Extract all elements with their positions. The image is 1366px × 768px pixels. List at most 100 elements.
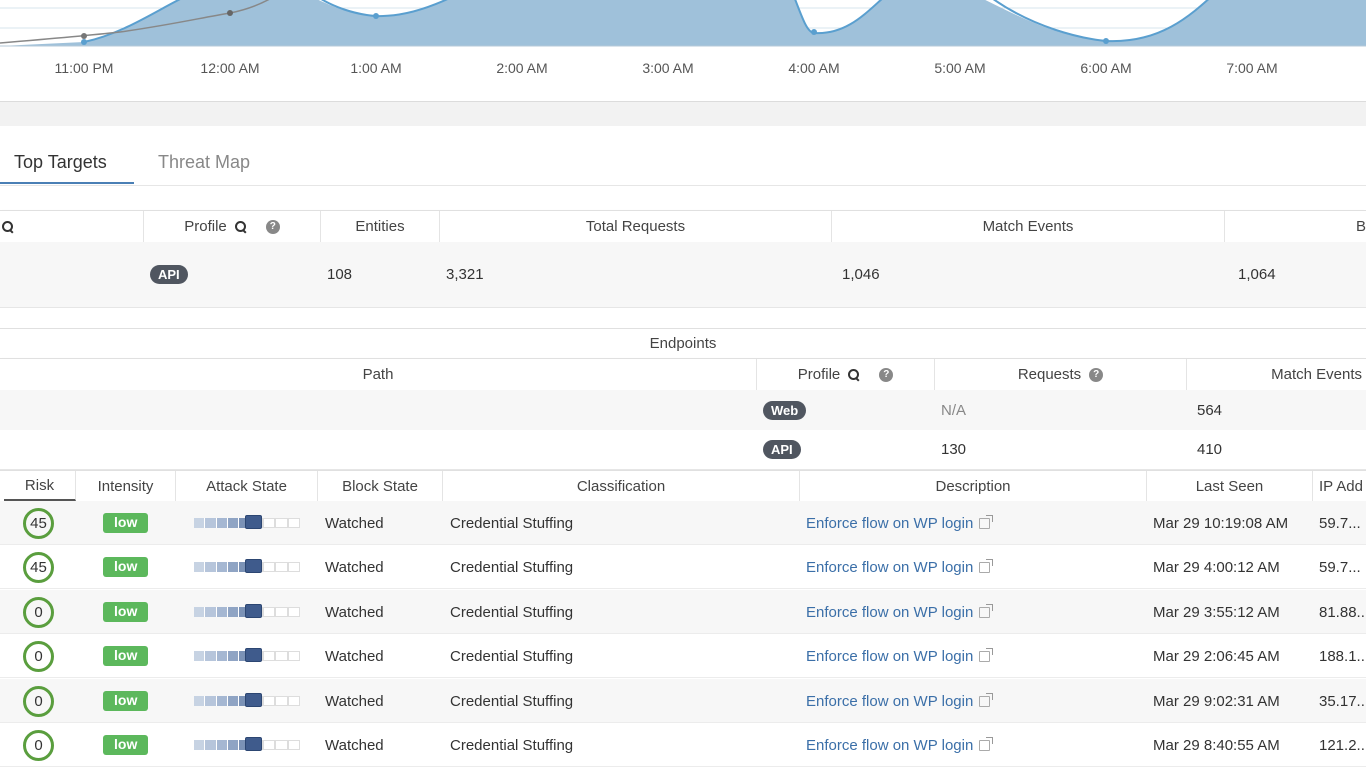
- help-icon[interactable]: ?: [265, 219, 280, 234]
- external-link-icon[interactable]: [979, 514, 994, 529]
- profile-header-label: Profile: [184, 218, 227, 235]
- match-events-column-header[interactable]: Match Events: [832, 211, 1225, 242]
- slider-handle[interactable]: [245, 693, 262, 707]
- external-link-icon[interactable]: [979, 647, 994, 662]
- slider-handle[interactable]: [245, 648, 262, 662]
- intensity-badge: low: [103, 646, 149, 666]
- risk-score-ring: 0: [23, 685, 54, 717]
- description-link[interactable]: Enforce flow on WP login: [806, 737, 973, 754]
- risk-cell: 0: [23, 590, 54, 634]
- last-seen-column-header[interactable]: Last Seen: [1147, 471, 1313, 501]
- attack-state-slider[interactable]: [194, 604, 300, 618]
- classification-cell: Credential Stuffing: [450, 647, 574, 665]
- attack-state-slider[interactable]: [194, 515, 300, 529]
- tab-top-targets[interactable]: Top Targets: [14, 152, 107, 173]
- table-row[interactable]: Web N/A 564: [0, 390, 1366, 430]
- attack-state-cell: [194, 590, 300, 634]
- last-seen-cell: Mar 29 4:00:12 AM: [1153, 558, 1280, 576]
- slider-segment: [275, 740, 288, 750]
- risk-column-header[interactable]: Risk: [4, 471, 76, 501]
- table-row[interactable]: 45 low Watched Credential Stuffing Enforce f…: [0, 501, 1366, 545]
- slider-handle[interactable]: [245, 515, 262, 529]
- description-link[interactable]: Enforce flow on WP login: [806, 515, 973, 532]
- slider-handle[interactable]: [245, 604, 262, 618]
- chart-point[interactable]: [373, 13, 379, 19]
- slider-segment: [287, 651, 300, 661]
- slider-segment: [227, 607, 240, 617]
- risk-score-ring: 0: [23, 729, 54, 761]
- slider-segment: [287, 696, 300, 706]
- block-state-column-header[interactable]: Block State: [318, 471, 443, 501]
- external-link-icon[interactable]: [979, 692, 994, 707]
- external-link-icon[interactable]: [979, 558, 994, 573]
- slider-handle[interactable]: [245, 559, 262, 573]
- match-events-cell: 564: [1197, 401, 1223, 419]
- description-link[interactable]: Enforce flow on WP login: [806, 559, 973, 576]
- table-row[interactable]: 0 low Watched Credential Stuffing Enforce fl…: [0, 679, 1366, 723]
- blocked-column-header[interactable]: B: [1225, 211, 1366, 242]
- attack-state-slider[interactable]: [194, 737, 300, 751]
- search-icon[interactable]: [2, 221, 13, 232]
- help-icon[interactable]: ?: [1089, 367, 1104, 382]
- slider-segment: [216, 651, 228, 661]
- total-requests-column-header[interactable]: Total Requests: [440, 211, 832, 242]
- description-link[interactable]: Enforce flow on WP login: [806, 648, 973, 665]
- intensity-cell: low: [103, 723, 149, 767]
- description-link[interactable]: Enforce flow on WP login: [806, 604, 973, 621]
- chart-point[interactable]: [81, 39, 87, 45]
- intensity-cell: low: [103, 545, 149, 589]
- slider-segment: [275, 607, 288, 617]
- classification-column-header[interactable]: Classification: [443, 471, 800, 501]
- slider-segment: [262, 518, 276, 528]
- active-tab-indicator: [0, 182, 134, 184]
- entities-column-header[interactable]: Entities: [321, 211, 440, 242]
- table-row[interactable]: API 130 410: [0, 430, 1366, 470]
- slider-segment: [205, 607, 217, 617]
- external-link-icon[interactable]: [979, 736, 994, 751]
- profile-column-header[interactable]: Profile ?: [144, 211, 321, 242]
- attack-state-column-header[interactable]: Attack State: [176, 471, 318, 501]
- description-column-header[interactable]: Description: [800, 471, 1147, 501]
- attack-state-slider[interactable]: [194, 559, 300, 573]
- ip-address-column-header[interactable]: IP Add: [1313, 471, 1366, 501]
- search-icon[interactable]: [234, 221, 246, 232]
- x-tick-label: 6:00 AM: [1080, 60, 1132, 76]
- chart-point[interactable]: [227, 10, 233, 16]
- table-row[interactable]: 0 low Watched Credential Stuffing Enforce fl…: [0, 634, 1366, 678]
- tab-threat-map[interactable]: Threat Map: [158, 152, 250, 173]
- path-column-header[interactable]: Path: [0, 359, 757, 390]
- ip-address-cell: 59.7...: [1319, 514, 1361, 532]
- match-events-cell: 410: [1197, 441, 1223, 458]
- endpoint-profile-column-header[interactable]: Profile ?: [757, 359, 935, 390]
- chart-point[interactable]: [81, 33, 87, 39]
- description-cell: Enforce flow on WP login: [806, 545, 994, 589]
- chart-point[interactable]: [811, 29, 817, 35]
- classification-cell: Credential Stuffing: [450, 692, 574, 710]
- slider-segment: [216, 562, 228, 572]
- risk-cell: 0: [23, 634, 54, 678]
- target-search-column[interactable]: [0, 211, 144, 242]
- external-link-icon[interactable]: [979, 603, 994, 618]
- description-cell: Enforce flow on WP login: [806, 590, 994, 634]
- help-icon[interactable]: ?: [879, 367, 894, 382]
- attack-state-slider[interactable]: [194, 648, 300, 662]
- intensity-badge: low: [103, 735, 149, 755]
- attack-state-slider[interactable]: [194, 693, 300, 707]
- block-state-cell: Watched: [325, 647, 384, 665]
- slider-handle[interactable]: [245, 737, 262, 751]
- chart-point[interactable]: [1103, 38, 1109, 44]
- description-link[interactable]: Enforce flow on WP login: [806, 693, 973, 710]
- table-row[interactable]: 45 low Watched Credential Stuffing Enforce f…: [0, 545, 1366, 589]
- classification-cell: Credential Stuffing: [450, 736, 574, 754]
- search-icon[interactable]: [848, 369, 860, 380]
- total-requests-cell: 3,321: [446, 266, 484, 283]
- slider-segment: [205, 562, 217, 572]
- table-row[interactable]: 0 low Watched Credential Stuffing Enforce fl…: [0, 723, 1366, 767]
- intensity-column-header[interactable]: Intensity: [76, 471, 176, 501]
- risk-cell: 0: [23, 679, 54, 723]
- endpoint-match-events-column-header[interactable]: Match Events: [1187, 359, 1366, 390]
- requests-column-header[interactable]: Requests ?: [935, 359, 1187, 390]
- table-row[interactable]: API 108 3,321 1,046 1,064: [0, 242, 1366, 308]
- table-row[interactable]: 0 low Watched Credential Stuffing Enforce fl…: [0, 590, 1366, 634]
- blocked-cell: 1,064: [1238, 266, 1276, 283]
